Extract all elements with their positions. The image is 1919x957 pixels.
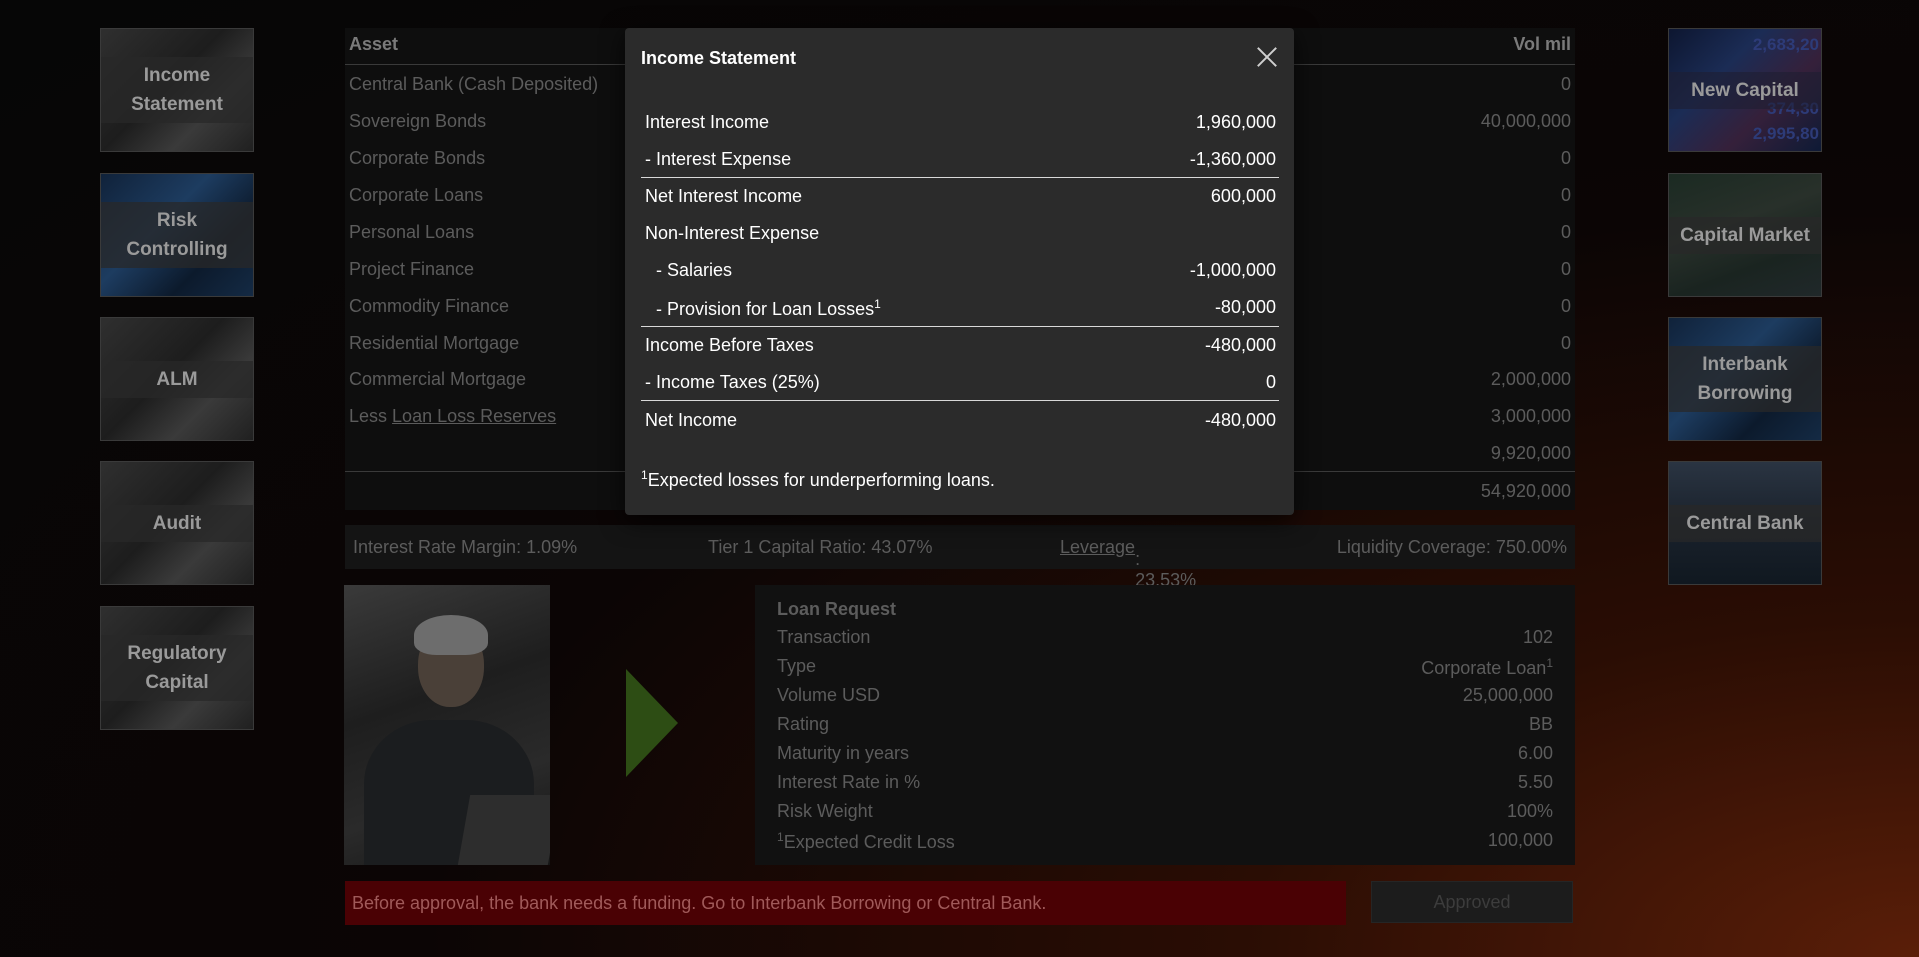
statement-row: Income Before Taxes -480,000 xyxy=(645,335,1276,355)
ticker-text: 2,683,20 xyxy=(1752,35,1819,54)
list-item: Type Corporate Loan1 xyxy=(777,656,1553,678)
list-item: 1Expected Credit Loss 100,000 xyxy=(777,830,1553,852)
divider xyxy=(641,177,1279,178)
nav-interbank-borrowing-label: Interbank Borrowing xyxy=(1669,346,1821,412)
ticker-text: 2,995,80 xyxy=(1752,124,1819,143)
statement-row: Interest Income 1,960,000 xyxy=(645,112,1276,132)
nav-capital-market[interactable]: Capital Market xyxy=(1668,173,1822,297)
modal-title: Income Statement xyxy=(641,48,797,68)
nav-audit-label: Audit xyxy=(101,504,253,542)
divider xyxy=(641,400,1279,401)
statement-row: Net Interest Income 600,000 xyxy=(645,186,1276,206)
statement-row: - Income Taxes (25%) 0 xyxy=(645,372,1276,392)
divider xyxy=(641,326,1279,327)
list-item: Volume USD 25,000,000 xyxy=(777,685,1553,705)
nav-alm-label: ALM xyxy=(101,360,253,398)
asset-column-header: Asset xyxy=(349,34,399,54)
ratios-bar: Interest Rate Margin: 1.09% Tier 1 Capit… xyxy=(345,525,1575,590)
list-item: Transaction 102 xyxy=(777,627,1553,647)
volume-column-header: Vol mil xyxy=(1513,34,1571,54)
income-statement-modal: Income Statement Interest Income 1,960,00… xyxy=(625,28,1294,515)
statement-row: - Salaries -1,000,000 xyxy=(656,260,1276,280)
statement-row: Non-Interest Expense xyxy=(645,223,820,243)
nav-risk-controlling[interactable]: Risk Controlling xyxy=(100,173,254,297)
arrow-right-icon xyxy=(626,669,678,777)
statement-row: - Provision for Loan Losses1 -80,000 xyxy=(656,297,1276,319)
list-item: Risk Weight 100% xyxy=(777,801,1553,821)
nav-risk-controlling-label: Risk Controlling xyxy=(101,202,253,268)
statement-row: - Interest Expense -1,360,000 xyxy=(645,149,1276,169)
list-item: Interest Rate in % 5.50 xyxy=(777,772,1553,792)
nav-regulatory-capital-label: Regulatory Capital xyxy=(101,635,253,701)
nav-central-bank[interactable]: Central Bank xyxy=(1668,461,1822,585)
nav-new-capital[interactable]: 2,683,20 374,30 2,995,80 New Capital xyxy=(1668,28,1822,152)
nav-income-statement-label: Income Statement xyxy=(101,57,253,123)
nav-new-capital-label: New Capital xyxy=(1669,71,1821,109)
leverage-ratio: Leverage: 23.53% xyxy=(1060,537,1197,590)
list-item: Rating BB xyxy=(777,714,1553,734)
nav-audit[interactable]: Audit xyxy=(100,461,254,585)
list-item: Maturity in years 6.00 xyxy=(777,743,1553,763)
footnote: 1Expected losses for underperforming loa… xyxy=(641,468,995,490)
nav-regulatory-capital[interactable]: Regulatory Capital xyxy=(100,606,254,730)
nav-alm[interactable]: ALM xyxy=(100,317,254,441)
loan-request-panel: Loan Request Transaction 102 Type Corporat… xyxy=(755,585,1575,865)
nav-income-statement[interactable]: Income Statement xyxy=(100,28,254,152)
approve-button[interactable]: Approved xyxy=(1371,881,1573,923)
statement-row: Net Income -480,000 xyxy=(645,410,1276,430)
loan-request-title: Loan Request xyxy=(777,599,897,619)
customer-photo xyxy=(344,585,550,865)
close-icon[interactable] xyxy=(1254,44,1280,70)
tier1-capital-ratio: Tier 1 Capital Ratio: 43.07% xyxy=(708,537,933,557)
nav-interbank-borrowing[interactable]: Interbank Borrowing xyxy=(1668,317,1822,441)
loan-loss-reserves-link[interactable]: Loan Loss Reserves xyxy=(392,406,556,426)
funding-warning-text: Before approval, the bank needs a fundin… xyxy=(352,893,1047,913)
leverage-link[interactable]: Leverage xyxy=(1060,537,1135,557)
interest-rate-margin: Interest Rate Margin: 1.09% xyxy=(353,537,578,557)
liquidity-coverage: Liquidity Coverage: 750.00% xyxy=(1336,537,1567,557)
funding-warning-banner: Before approval, the bank needs a fundin… xyxy=(345,881,1346,925)
nav-capital-market-label: Capital Market xyxy=(1669,216,1821,254)
nav-central-bank-label: Central Bank xyxy=(1669,504,1821,542)
